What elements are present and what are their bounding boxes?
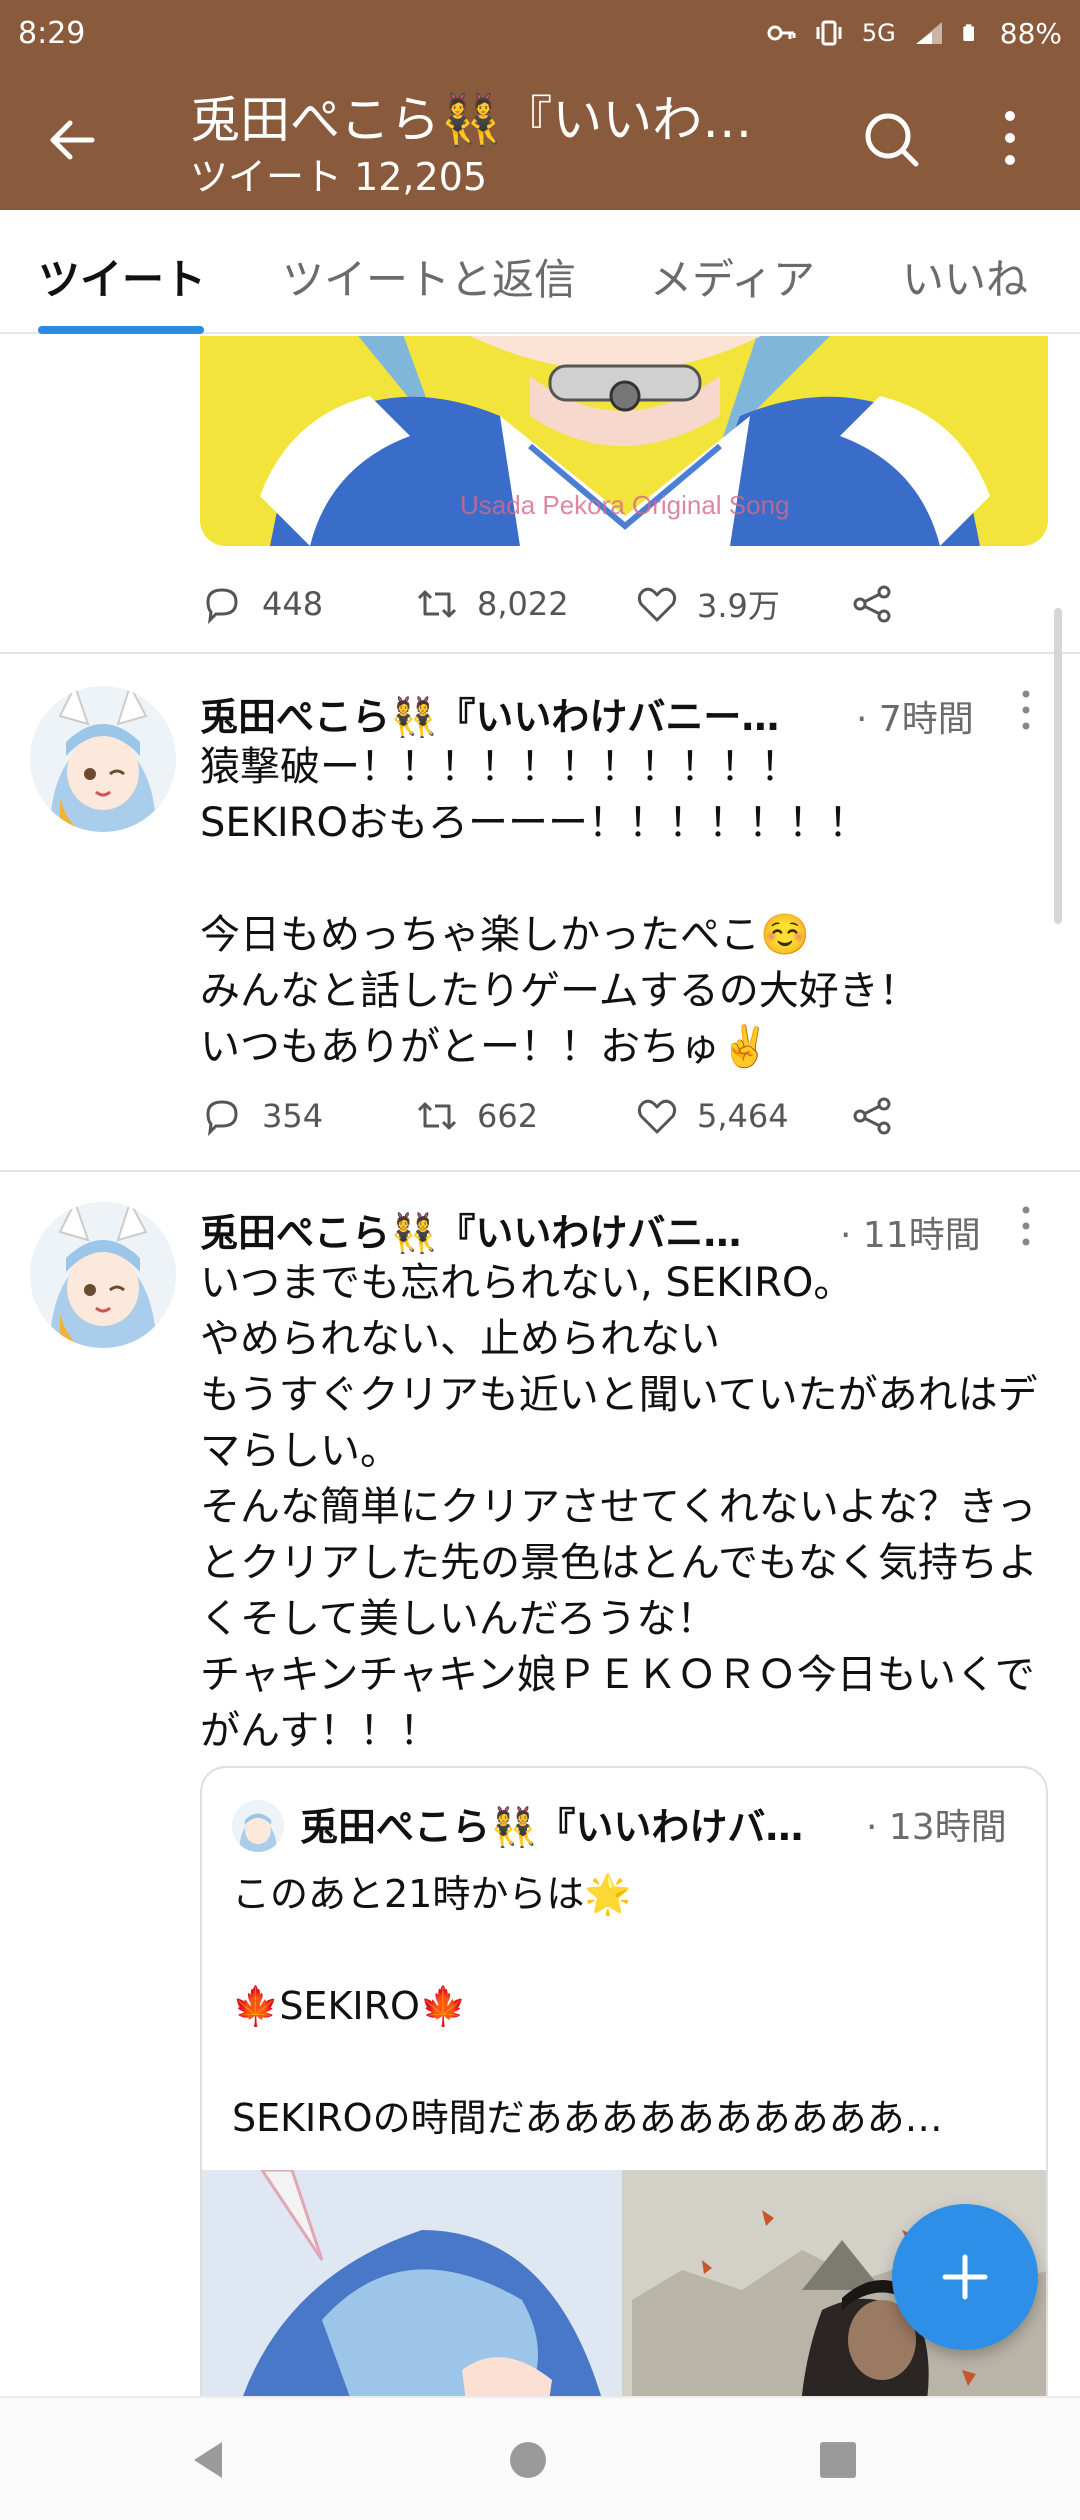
quote-timestamp: · 13時間 [866,1807,1007,1848]
like-button[interactable]: 5,464 [635,1094,850,1138]
search-icon[interactable] [858,106,922,170]
tweet-actions: 448 8,022 3.9万 [200,574,900,634]
scrollbar[interactable] [1054,608,1062,924]
image-watermark: Usada Pekora Original Song [460,490,790,520]
share-icon[interactable] [850,582,894,626]
arrow-left-icon[interactable] [42,110,102,170]
tweet-actions: 354 662 5,464 [200,1086,900,1146]
quote-text: このあと21時からは🌟 🍁SEKIRO🍁 SEKIROの時間だあああああああああ… [232,1872,943,2140]
key-icon [767,25,796,41]
profile-title: 兎田ぺこら👯『いいわ… [190,91,753,149]
retweet-button[interactable]: 662 [415,1094,635,1138]
tweet-divider [0,1170,1080,1172]
network-label: 5G [861,19,896,47]
avatar-image [30,686,176,832]
retweet-icon [417,1102,457,1130]
like-button[interactable]: 3.9万 [635,581,850,627]
compose-tweet-button[interactable] [892,2204,1038,2350]
heart-icon [637,1099,677,1134]
tweet-timestamp: · 11時間 [840,1215,981,1256]
reply-icon [206,1100,238,1137]
avatar[interactable] [30,1202,176,1348]
tab-media[interactable]: メディア [650,246,815,307]
tab-tweets[interactable]: ツイート [38,246,206,307]
retweet-count: 8,022 [477,585,569,623]
system-nav-bar [0,2396,1080,2520]
like-count: 5,464 [697,1097,789,1135]
profile-tabs: ツイート ツイートと返信 メディア いいね [0,210,1080,334]
battery-icon [963,24,974,41]
reply-button[interactable]: 448 [200,582,415,626]
tweet-author-name[interactable]: 兎田ぺこら👯『いいわけバニー… [200,686,840,741]
plus-icon [942,2254,988,2300]
tweet-feed[interactable]: Usada Pekora Original Song 448 8,022 3.9… [0,336,1080,2396]
status-bar: 8:29 5G 88% [0,0,1080,66]
tweet-timestamp: · 7時間 [856,699,974,740]
back-triangle-icon[interactable] [186,2436,234,2484]
tweet-more-icon[interactable] [1016,688,1036,732]
retweet-icon [417,590,457,618]
quote-avatar [232,1800,284,1852]
avatar[interactable] [30,686,176,832]
tweet-divider [0,652,1080,654]
tab-likes[interactable]: いいね [902,246,1028,307]
app-bar: 兎田ぺこら👯『いいわ… ツイート 12,205 [0,66,1080,210]
quote-author-name: 兎田ぺこら👯『いいわけバ… [300,1805,804,1849]
tweet-text: 猿撃破ー！！！！！！！！！！！ SEKIROおもろーーー！！！！！！！ 今日もめ… [200,744,919,1070]
retweet-count: 662 [477,1097,539,1135]
tweet-count: ツイート 12,205 [190,155,488,199]
like-count: 3.9万 [697,587,780,625]
recents-square-icon[interactable] [814,2436,862,2484]
reply-icon [206,588,238,625]
tab-tweets-replies[interactable]: ツイートと返信 [282,246,576,307]
avatar-image [232,1800,284,1852]
tweet-more-icon[interactable] [1016,1204,1036,1248]
tweet-text: いつまでも忘れられない, SEKIRO。 やめられない、止められない もうすぐク… [200,1260,1038,1754]
battery-percent: 88% [999,16,1062,50]
anime-illustration: Usada Pekora Original Song [200,336,1048,546]
retweet-button[interactable]: 8,022 [415,582,635,626]
share-icon[interactable] [850,1094,894,1138]
tweet-author-name[interactable]: 兎田ぺこら👯『いいわけバニ… [200,1202,820,1257]
tweet-image[interactable]: Usada Pekora Original Song [200,336,1048,546]
vibrate-icon [816,20,842,46]
active-tab-indicator [38,326,204,334]
reply-button[interactable]: 354 [200,1094,415,1138]
signal-icon [915,22,942,44]
reply-count: 448 [262,585,324,623]
vertical-dots-icon[interactable] [995,106,1025,170]
heart-icon [637,587,677,622]
home-circle-icon[interactable] [504,2436,552,2484]
avatar-image [30,1202,176,1348]
reply-count: 354 [262,1097,324,1135]
status-time: 8:29 [18,15,86,51]
